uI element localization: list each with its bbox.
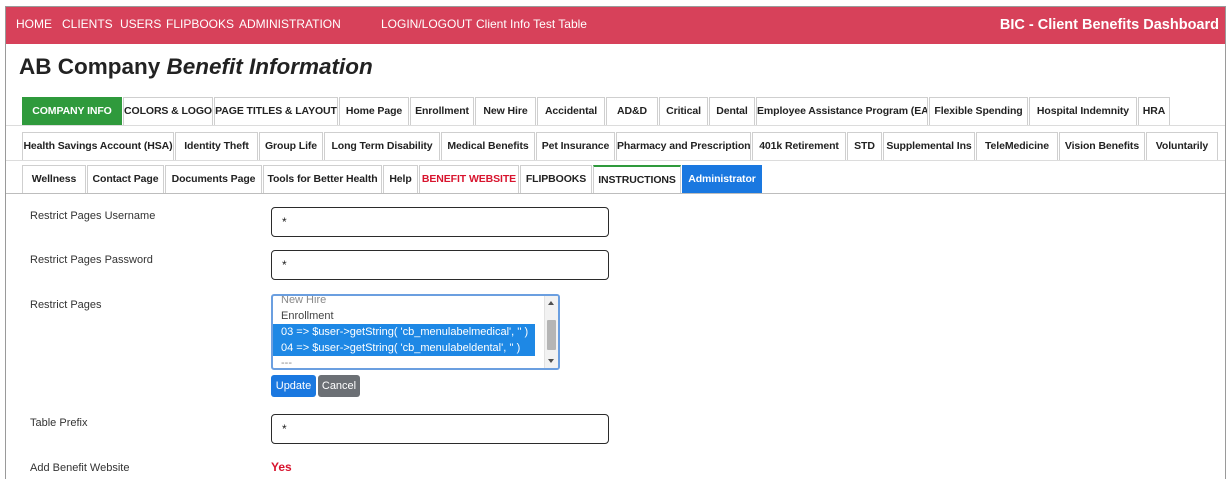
tab-employee-assistance-program[interactable]: Employee Assistance Program (EAP) [756,97,928,125]
table-prefix-input[interactable] [271,414,609,444]
tab-dental[interactable]: Dental [709,97,755,125]
tab-row-divider [6,125,1225,126]
list-option[interactable]: Enrollment [281,308,334,324]
page-title-company: AB Company [19,54,167,79]
add-benefit-website-label: Add Benefit Website [30,462,130,474]
list-option-selected[interactable]: 03 => $user->getString( 'cb_menulabelmed… [273,324,535,340]
tab-hospital-indemnity[interactable]: Hospital Indemnity [1029,97,1137,125]
tabs-bottom-divider [6,193,1225,194]
restrict-pages-listbox[interactable]: New Hire Enrollment 03 => $user->getStri… [271,294,560,370]
tab-voluntarily[interactable]: Voluntarily [1146,132,1218,160]
scroll-thumb[interactable] [547,320,556,350]
list-option-selected[interactable]: 04 => $user->getString( 'cb_menulabelden… [273,340,535,356]
tab-help[interactable]: Help [383,165,418,193]
tab-long-term-disability[interactable]: Long Term Disability [324,132,440,160]
tab-benefit-website[interactable]: BENEFIT WEBSITE [419,165,519,193]
tab-documents-page[interactable]: Documents Page [165,165,262,193]
tab-medical-benefits[interactable]: Medical Benefits [441,132,535,160]
tab-std[interactable]: STD [847,132,882,160]
tab-supplemental-ins[interactable]: Supplemental Ins [883,132,975,160]
brand-title: BIC - Client Benefits Dashboard [999,17,1219,33]
table-prefix-label: Table Prefix [30,417,88,429]
tab-critical[interactable]: Critical [659,97,708,125]
scroll-down-arrow-icon[interactable] [548,359,554,363]
restrict-pages-password-input[interactable] [271,250,609,280]
tab-pet-insurance[interactable]: Pet Insurance [536,132,615,160]
tab-colors-logo[interactable]: COLORS & LOGO [123,97,213,125]
nav-client-info-test-table-link[interactable]: Client Info Test Table [476,17,587,32]
tab-add[interactable]: AD&D [606,97,658,125]
tab-administrator[interactable]: Administrator [682,165,762,193]
page-title: AB Company Benefit Information [19,52,373,82]
restrict-pages-username-label: Restrict Pages Username [30,210,156,222]
tab-home-page[interactable]: Home Page [339,97,409,125]
tab-telemedicine[interactable]: TeleMedicine [976,132,1058,160]
page-title-section: Benefit Information [166,54,373,79]
top-nav-bar: HOME CLIENTS USERS FLIPBOOKS ADMINISTRAT… [6,7,1225,44]
add-benefit-website-value: Yes [271,460,292,474]
tab-accidental[interactable]: Accidental [537,97,605,125]
scroll-up-arrow-icon[interactable] [548,301,554,305]
tab-instructions[interactable]: INSTRUCTIONS [593,165,681,193]
tab-group-life[interactable]: Group Life [259,132,323,160]
nav-flipbooks-link[interactable]: FLIPBOOKS [166,17,234,32]
tab-health-savings-account[interactable]: Health Savings Account (HSA) [22,132,174,160]
tab-row-divider [6,160,1225,161]
list-option[interactable]: New Hire [281,296,326,308]
nav-administration-link[interactable]: ADMINISTRATION [239,17,341,32]
tab-new-hire[interactable]: New Hire [475,97,536,125]
tab-contact-page[interactable]: Contact Page [87,165,164,193]
app-frame: HOME CLIENTS USERS FLIPBOOKS ADMINISTRAT… [5,6,1226,479]
tab-tools-for-better-health[interactable]: Tools for Better Health [263,165,382,193]
nav-home-link[interactable]: HOME [16,17,52,32]
restrict-pages-label: Restrict Pages [30,299,102,311]
tab-page-titles-layout[interactable]: PAGE TITLES & LAYOUT [214,97,338,125]
nav-users-link[interactable]: USERS [120,17,161,32]
tab-flipbooks[interactable]: FLIPBOOKS [520,165,592,193]
listbox-scrollbar[interactable] [544,296,558,368]
update-button[interactable]: Update [271,375,316,397]
nav-login-logout-link[interactable]: LOGIN/LOGOUT [381,17,472,32]
nav-clients-link[interactable]: CLIENTS [62,17,113,32]
list-option[interactable]: --- [281,355,292,368]
tab-company-info[interactable]: COMPANY INFO [22,97,122,125]
restrict-pages-username-input[interactable] [271,207,609,237]
tab-pharmacy-and-prescriptions[interactable]: Pharmacy and Prescriptions [616,132,751,160]
tab-flexible-spending[interactable]: Flexible Spending [929,97,1028,125]
restrict-pages-password-label: Restrict Pages Password [30,254,153,266]
tab-identity-theft[interactable]: Identity Theft [175,132,258,160]
tab-enrollment[interactable]: Enrollment [410,97,474,125]
tab-401k-retirement[interactable]: 401k Retirement [752,132,846,160]
cancel-button[interactable]: Cancel [318,375,360,397]
tab-vision-benefits[interactable]: Vision Benefits [1059,132,1145,160]
tab-hra[interactable]: HRA [1138,97,1170,125]
tab-wellness[interactable]: Wellness [22,165,86,193]
